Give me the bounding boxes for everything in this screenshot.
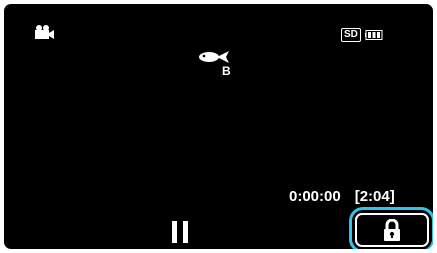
pause-icon-bar <box>183 221 188 243</box>
playback-time-display: 0:00:00 [2:04] <box>289 189 395 205</box>
pause-icon <box>172 221 177 243</box>
camera-lcd-screen: SD B 0:00:00 [2:04] <box>4 4 433 249</box>
scene-mode-label: B <box>222 64 231 78</box>
sd-card-badge: SD <box>341 28 361 42</box>
lock-icon <box>384 219 400 241</box>
battery-full-icon <box>364 30 383 40</box>
fish-icon <box>199 51 229 63</box>
elapsed-time: 0:00:00 <box>289 188 341 205</box>
pause-button[interactable] <box>167 218 193 246</box>
video-camera-icon <box>35 25 54 39</box>
lock-button-face[interactable] <box>355 213 429 247</box>
lock-button[interactable] <box>349 207 433 249</box>
storage-battery-indicator: SD <box>341 28 383 42</box>
total-time: [2:04] <box>354 188 395 205</box>
